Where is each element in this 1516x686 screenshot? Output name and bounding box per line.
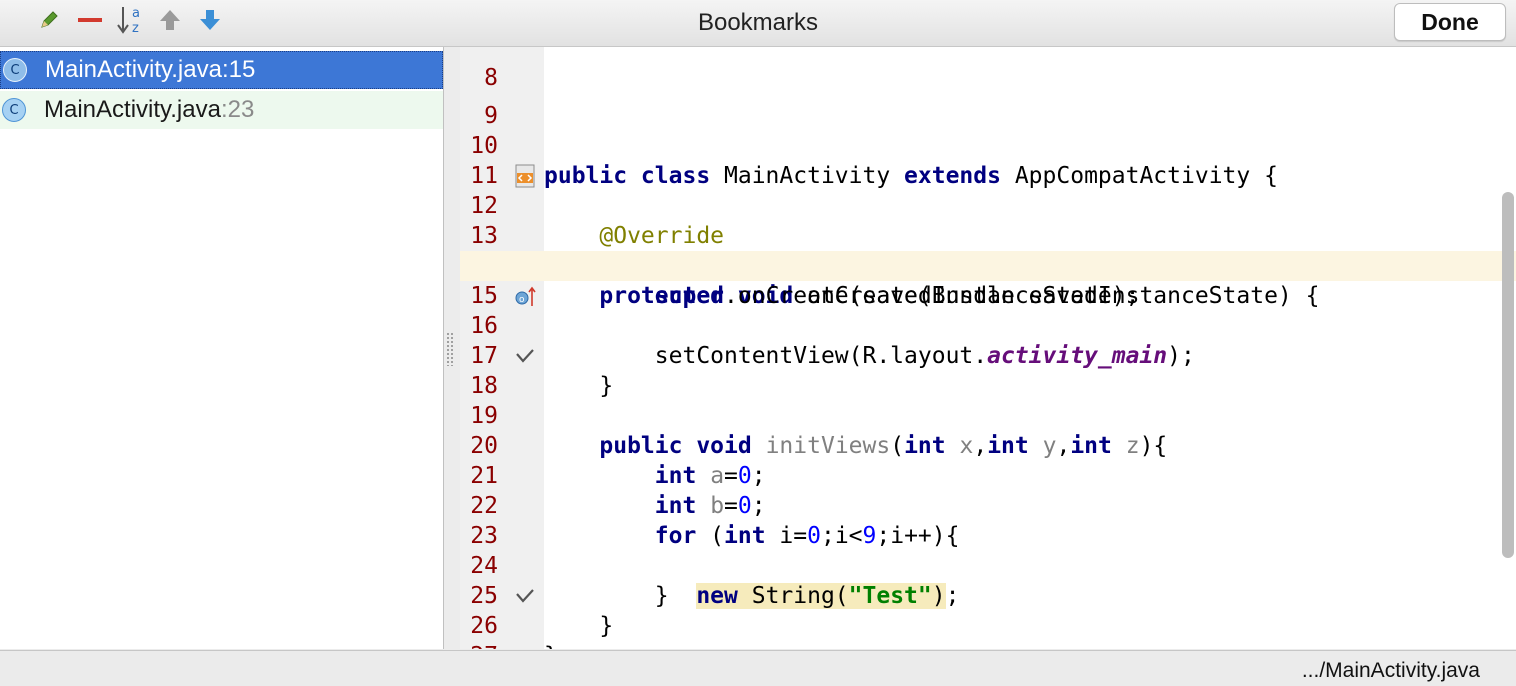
- toolbar: a z Bookmarks Done: [0, 0, 1516, 47]
- code-line: 24 }: [460, 521, 1516, 609]
- code-line: 9 public class MainActivity extends AppC…: [460, 71, 1516, 189]
- bookmark-line: :23: [220, 96, 255, 123]
- status-bar: .../MainActivity.java: [0, 650, 1516, 686]
- code-line-current: 15 setContentView(R.layout.activity_main…: [460, 251, 1516, 369]
- code-line: 20 int a=0;: [460, 401, 1516, 489]
- code-line: 26 }: [460, 581, 1516, 649]
- code-line: 14 super.onCreate(savedInstanceState);: [460, 221, 1516, 309]
- bookmark-item[interactable]: C MainActivity.java:23: [0, 91, 443, 129]
- java-class-icon: C: [2, 98, 26, 122]
- code-line: 27: [460, 611, 1516, 649]
- splitter-handle[interactable]: [446, 332, 454, 366]
- code-preview: 8 9 public class MainActivity extends Ap…: [460, 47, 1516, 649]
- java-class-icon: C: [3, 58, 27, 82]
- code-line: 23 new String("Test");: [460, 491, 1516, 609]
- code-line: 19 public void initViews(int x,int y,int…: [460, 371, 1516, 459]
- code-line: 13 o protected void onCreate(Bundle save…: [460, 191, 1516, 309]
- line-number: 27: [460, 641, 498, 649]
- code-line: 12 @Override: [460, 161, 1516, 249]
- done-button[interactable]: Done: [1394, 3, 1506, 41]
- bookmark-item[interactable]: C MainActivity.java:15: [0, 51, 443, 89]
- bookmark-list: C MainActivity.java:15 C MainActivity.ja…: [0, 47, 444, 649]
- bookmark-line: :15: [221, 56, 256, 83]
- code-line: 18: [460, 341, 1516, 399]
- bookmark-file: MainActivity.java: [44, 96, 221, 123]
- bookmark-file: MainActivity.java: [45, 56, 222, 83]
- code-line: 25 }: [460, 551, 1516, 639]
- code-line: 8: [460, 47, 1516, 91]
- dialog-title: Bookmarks: [697, 9, 819, 36]
- code-line: 22 for (int i=0;i<9;i++){: [460, 461, 1516, 549]
- file-path: .../MainActivity.java: [1301, 659, 1480, 682]
- bookmarks-dialog: a z Bookmarks Done C MainActivity.java:…: [0, 0, 1516, 686]
- code-line: 11: [460, 131, 1516, 189]
- code-line: 10: [460, 101, 1516, 159]
- code-line: 17 }: [460, 311, 1516, 399]
- vertical-scrollbar[interactable]: [1502, 192, 1514, 558]
- code-line: 16: [460, 281, 1516, 339]
- code-line: 21 int b=0;: [460, 431, 1516, 519]
